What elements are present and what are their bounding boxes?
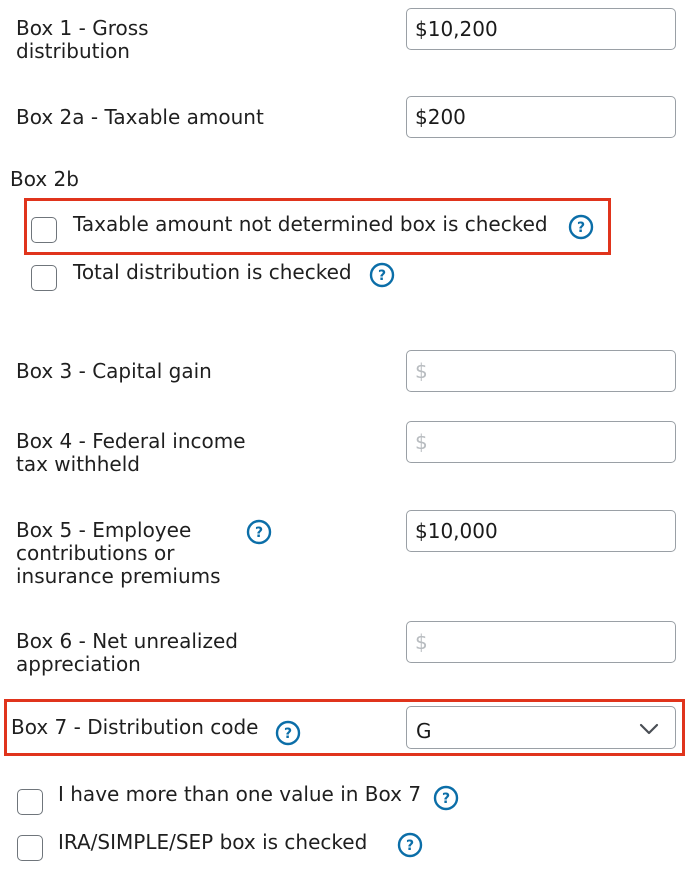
total-distribution-label: Total distribution is checked: [73, 260, 352, 284]
svg-text:?: ?: [378, 268, 386, 284]
question-circle-icon[interactable]: ?: [369, 262, 395, 288]
ira-simple-sep-checkbox[interactable]: [17, 835, 43, 861]
question-circle-icon[interactable]: ?: [246, 519, 272, 545]
box1-input[interactable]: [406, 8, 676, 50]
taxable-not-determined-label: Taxable amount not determined box is che…: [73, 212, 548, 236]
box5-label-line2: contributions or: [16, 541, 175, 565]
chevron-down-icon: [639, 723, 659, 735]
box5-label-line3: insurance premiums: [16, 564, 221, 588]
box4-label-line1: Box 4 - Federal income: [16, 429, 246, 453]
multiple-box7-values-checkbox[interactable]: [17, 789, 43, 815]
question-circle-icon[interactable]: ?: [397, 832, 423, 858]
box5-label: Box 5 - Employee contributions or insura…: [16, 519, 221, 588]
box6-input[interactable]: [406, 621, 676, 663]
svg-text:?: ?: [442, 791, 450, 807]
box2a-input[interactable]: [406, 96, 676, 138]
svg-text:?: ?: [577, 220, 585, 236]
box3-label: Box 3 - Capital gain: [16, 359, 212, 383]
total-distribution-checkbox[interactable]: [31, 265, 57, 291]
box2a-label: Box 2a - Taxable amount: [16, 105, 264, 129]
svg-text:?: ?: [255, 525, 263, 541]
box1-label-line1: Box 1 - Gross: [16, 16, 149, 40]
question-circle-icon[interactable]: ?: [275, 720, 301, 746]
box5-label-line1: Box 5 - Employee: [16, 518, 192, 542]
box1-label: Box 1 - Gross distribution: [16, 17, 149, 63]
box3-input[interactable]: [406, 350, 676, 392]
svg-text:?: ?: [406, 838, 414, 854]
box5-input[interactable]: [406, 510, 676, 552]
box6-label-line1: Box 6 - Net unrealized: [16, 629, 238, 653]
box4-label-line2: tax withheld: [16, 452, 140, 476]
box7-label: Box 7 - Distribution code: [11, 715, 259, 739]
box6-label-line2: appreciation: [16, 652, 141, 676]
box2b-heading: Box 2b: [10, 167, 79, 191]
box4-input[interactable]: [406, 421, 676, 463]
ira-simple-sep-label: IRA/SIMPLE/SEP box is checked: [58, 830, 368, 854]
question-circle-icon[interactable]: ?: [568, 214, 594, 240]
svg-text:?: ?: [284, 726, 292, 742]
distribution-code-value: G: [416, 719, 432, 743]
question-circle-icon[interactable]: ?: [433, 785, 459, 811]
box4-label: Box 4 - Federal income tax withheld: [16, 430, 246, 476]
box6-label: Box 6 - Net unrealized appreciation: [16, 630, 238, 676]
taxable-not-determined-checkbox[interactable]: [31, 217, 57, 243]
distribution-code-select[interactable]: G: [406, 706, 676, 749]
multiple-box7-values-label: I have more than one value in Box 7: [58, 782, 422, 806]
box1-label-line2: distribution: [16, 39, 130, 63]
